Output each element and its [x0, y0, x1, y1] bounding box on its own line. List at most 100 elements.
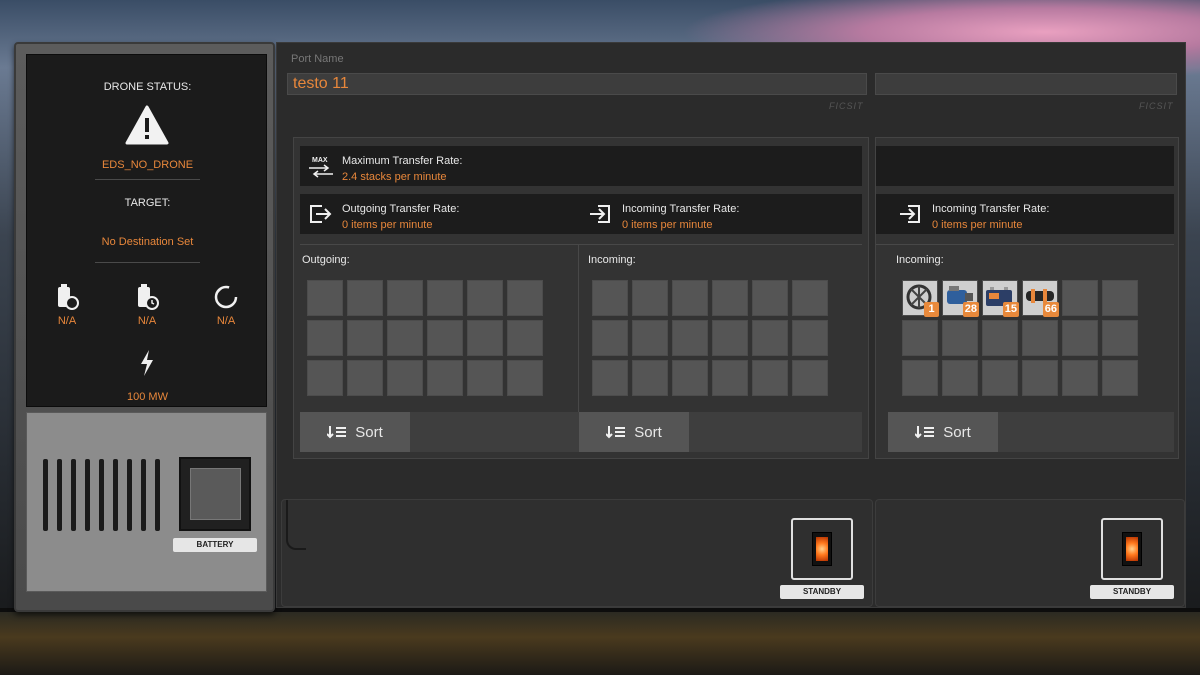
inventory-slot[interactable]	[387, 280, 423, 316]
destination-name-input[interactable]	[875, 73, 1177, 95]
sort-icon	[606, 426, 626, 439]
inventory-slot[interactable]	[1062, 280, 1098, 316]
inventory-slot[interactable]	[467, 360, 503, 396]
cycle-icon	[214, 285, 238, 309]
incoming-rate-value: 0 items per minute	[932, 219, 1023, 231]
inventory-slot[interactable]	[467, 320, 503, 356]
outgoing-rate-value: 0 items per minute	[342, 219, 433, 231]
inventory-slot[interactable]	[942, 320, 978, 356]
max-rate-row-empty	[876, 146, 1174, 186]
inventory-slot[interactable]	[752, 320, 788, 356]
drone-status-device: DRONE STATUS: EDS_NO_DRONE TARGET: No De…	[14, 42, 275, 612]
inventory-slot[interactable]	[632, 320, 668, 356]
divider	[95, 179, 200, 180]
inventory-slot[interactable]	[942, 360, 978, 396]
inventory-slot[interactable]	[672, 320, 708, 356]
inventory-slot[interactable]	[507, 280, 543, 316]
inventory-slot[interactable]	[672, 360, 708, 396]
inventory-slot[interactable]	[1062, 360, 1098, 396]
rate-row: Outgoing Transfer Rate: 0 items per minu…	[300, 194, 862, 234]
inventory-slot[interactable]	[592, 280, 628, 316]
vent-slot	[127, 459, 132, 531]
stat-value: N/A	[216, 315, 236, 327]
outgoing-rate-label: Outgoing Transfer Rate:	[342, 203, 460, 215]
inventory-slot[interactable]	[902, 320, 938, 356]
inventory-slot[interactable]	[712, 280, 748, 316]
inventory-slot[interactable]	[632, 280, 668, 316]
inventory-slot[interactable]	[1022, 360, 1058, 396]
svg-text:MAX: MAX	[312, 157, 328, 164]
incoming-rate-value: 0 items per minute	[622, 219, 713, 231]
inventory-slot[interactable]	[712, 320, 748, 356]
inventory-slot[interactable]: 1	[902, 280, 939, 317]
vent-slot	[43, 459, 48, 531]
vent-slot	[57, 459, 62, 531]
inventory-divider	[578, 244, 579, 414]
inventory-slot[interactable]	[752, 280, 788, 316]
incoming-icon	[900, 205, 920, 223]
inventory-slot[interactable]: 15	[982, 280, 1019, 317]
standby-area-local: STANDBY	[281, 499, 873, 607]
standby-rocker-light	[1122, 532, 1142, 566]
stat-battery-timer: N/A	[122, 283, 172, 327]
inventory-slot[interactable]	[902, 360, 938, 396]
inventory-slot[interactable]	[307, 320, 343, 356]
battery-slot[interactable]	[179, 457, 251, 531]
ficsit-logo: FICSIT	[829, 101, 864, 111]
inventory-slot[interactable]	[467, 280, 503, 316]
drone-port-window: Port Name testo 11 FICSIT FICSIT MAX Max…	[276, 42, 1186, 608]
inventory-slot[interactable]	[427, 280, 463, 316]
inventory-slot[interactable]	[1102, 320, 1138, 356]
inventory-slot[interactable]	[1022, 320, 1058, 356]
power-icon	[141, 350, 153, 376]
item-count-badge: 66	[1042, 302, 1059, 317]
inventory-slot[interactable]	[347, 320, 383, 356]
item-count-badge: 15	[1002, 302, 1019, 317]
sort-label: Sort	[943, 423, 971, 441]
inventory-slot[interactable]	[1102, 360, 1138, 396]
max-rate-row: MAX Maximum Transfer Rate: 2.4 stacks pe…	[300, 146, 862, 186]
inventory-slot[interactable]	[672, 280, 708, 316]
standby-switch[interactable]	[1101, 518, 1163, 580]
inventory-slot[interactable]	[307, 280, 343, 316]
inventory-slot[interactable]	[792, 280, 828, 316]
max-rate-label: Maximum Transfer Rate:	[342, 155, 463, 167]
inventory-slot[interactable]	[592, 320, 628, 356]
inventory-slot[interactable]	[507, 360, 543, 396]
port-name-label: Port Name	[291, 53, 344, 65]
inventory-slot[interactable]	[347, 360, 383, 396]
inventory-slot[interactable]	[982, 360, 1018, 396]
cargo-panel-local: MAX Maximum Transfer Rate: 2.4 stacks pe…	[293, 137, 869, 459]
port-name-input[interactable]: testo 11	[287, 73, 867, 95]
inventory-slot[interactable]: 28	[942, 280, 979, 317]
inventory-slot[interactable]: 66	[1022, 280, 1059, 317]
vent-slot	[141, 459, 146, 531]
inventory-slot[interactable]	[632, 360, 668, 396]
battery-refresh-icon	[58, 284, 79, 310]
sort-outgoing-button[interactable]: Sort	[300, 412, 410, 452]
inventory-slot[interactable]	[792, 320, 828, 356]
standby-switch[interactable]	[791, 518, 853, 580]
sort-incoming-button[interactable]: Sort	[579, 412, 689, 452]
inventory-slot[interactable]	[347, 280, 383, 316]
vent-slot	[71, 459, 76, 531]
inventory-slot[interactable]	[427, 360, 463, 396]
inventory-slot[interactable]	[387, 360, 423, 396]
inventory-slot[interactable]	[752, 360, 788, 396]
warning-icon	[125, 105, 169, 145]
inventory-slot[interactable]	[712, 360, 748, 396]
inventory-slot[interactable]	[387, 320, 423, 356]
drone-status-screen: DRONE STATUS: EDS_NO_DRONE TARGET: No De…	[26, 54, 267, 407]
sort-remote-incoming-button[interactable]: Sort	[888, 412, 998, 452]
vent-slot	[113, 459, 118, 531]
inventory-slot[interactable]	[1102, 280, 1138, 316]
ficsit-logo: FICSIT	[1139, 101, 1174, 111]
inventory-slot[interactable]	[982, 320, 1018, 356]
inventory-slot[interactable]	[427, 320, 463, 356]
inventory-slot[interactable]	[507, 320, 543, 356]
max-rate-icon: MAX	[309, 157, 333, 178]
inventory-slot[interactable]	[792, 360, 828, 396]
inventory-slot[interactable]	[1062, 320, 1098, 356]
inventory-slot[interactable]	[592, 360, 628, 396]
inventory-slot[interactable]	[307, 360, 343, 396]
